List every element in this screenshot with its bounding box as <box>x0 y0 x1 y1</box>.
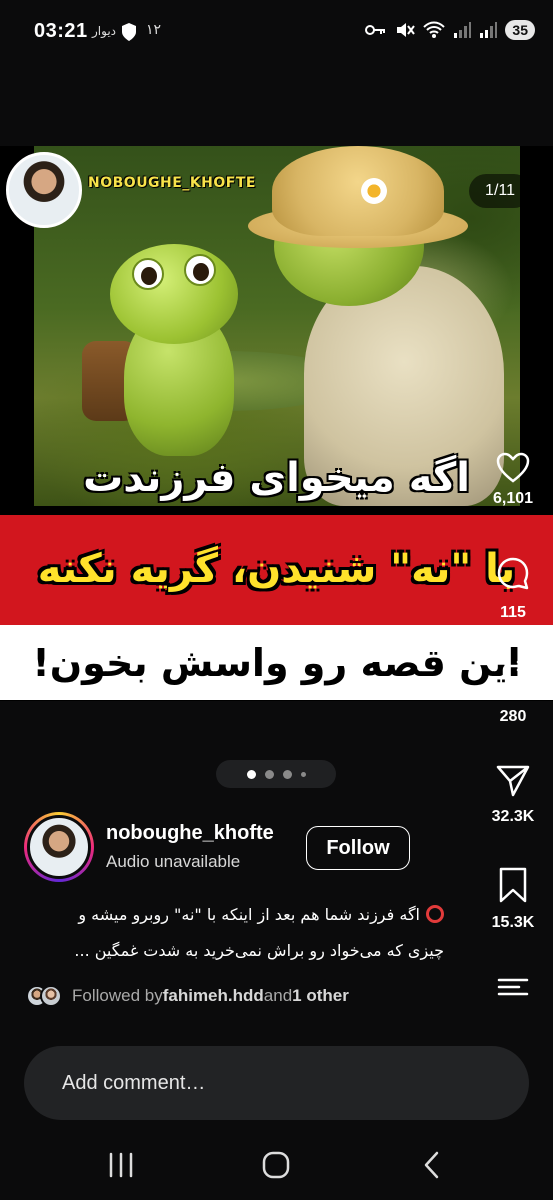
signal-icon-2 <box>480 22 498 38</box>
small-frog-eye-right <box>184 254 216 286</box>
reel-screen: 03:21 دیوار ۱۲ 35 NOBOUGHE_KHOFTE 1/11 ا… <box>0 0 553 1200</box>
status-notif-count: ۱۲ <box>146 22 162 38</box>
overlay-username: NOBOUGHE_KHOFTE <box>88 175 256 191</box>
followed-by-prefix: Followed by <box>72 986 163 1005</box>
like-action[interactable]: 6,101 <box>473 452 553 508</box>
post-caption[interactable]: اگه فرزند شما هم بعد از اینکه با "نه" رو… <box>24 897 444 969</box>
like-count: 6,101 <box>492 490 534 507</box>
recent-apps-icon[interactable] <box>106 1152 136 1178</box>
status-icons: 35 <box>365 20 535 40</box>
status-bar: 03:21 دیوار ۱۲ 35 <box>0 0 553 64</box>
shield-icon <box>122 23 136 41</box>
system-nav-bar <box>0 1130 553 1200</box>
more-options[interactable] <box>473 976 553 998</box>
caption-line-1: اگه فرزند شما هم بعد از اینکه با "نه" رو… <box>24 897 444 933</box>
key-icon <box>365 25 386 35</box>
author-avatar[interactable] <box>24 812 94 882</box>
audio-label[interactable]: Audio unavailable <box>106 852 240 872</box>
menu-lines-icon[interactable] <box>497 976 529 998</box>
carousel-dots <box>216 760 336 788</box>
comment-icon[interactable] <box>496 556 530 590</box>
caption-line-2: چیزی که می‌خواد رو براش نمی‌خرید به شدت … <box>74 941 444 960</box>
share-action[interactable]: 32.3K <box>473 764 553 826</box>
share-count: 32.3K <box>491 808 535 825</box>
repost-icon[interactable] <box>496 660 530 694</box>
headline-line-1: اگه میخوای فرزندت <box>83 455 470 501</box>
carousel-dot-3 <box>282 769 292 779</box>
battery-indicator: 35 <box>505 20 535 40</box>
bookmark-icon[interactable] <box>498 866 528 904</box>
slide-counter: 1/11 <box>469 174 531 208</box>
repost-count: 280 <box>499 708 527 725</box>
save-action[interactable]: 15.3K <box>473 866 553 932</box>
small-frog-eye-left <box>132 258 164 290</box>
post-media[interactable]: NOBOUGHE_KHOFTE 1/11 اگه میخوای فرزندت ب… <box>0 146 553 701</box>
carousel-dot-4 <box>300 771 306 777</box>
small-frog-head <box>110 244 238 344</box>
carousel-dot-1 <box>246 769 256 779</box>
followed-by-middle: and <box>263 986 293 1005</box>
straw-hat <box>272 146 444 236</box>
caption-line-1-text: اگه فرزند شما هم بعد از اینکه با "نه" رو… <box>78 905 420 924</box>
save-count: 15.3K <box>491 914 535 931</box>
status-app-label: دیوار <box>92 24 117 38</box>
comment-count: 115 <box>500 604 526 621</box>
followed-by-row[interactable]: Followed by fahimeh.hdd and 1 other <box>26 984 349 1008</box>
red-circle-icon <box>426 905 444 923</box>
send-icon[interactable] <box>495 764 531 798</box>
overlay-avatar <box>6 152 82 228</box>
comment-action[interactable]: 115 <box>473 556 553 622</box>
add-comment-placeholder: Add comment… <box>62 1071 206 1094</box>
status-time: 03:21 <box>34 20 88 42</box>
signal-icon-1 <box>454 22 472 38</box>
follower-avatar-2 <box>40 985 62 1007</box>
wifi-icon <box>423 21 446 38</box>
follow-button[interactable]: Follow <box>306 826 410 870</box>
carousel-dot-2 <box>264 769 274 779</box>
repost-action[interactable]: 280 <box>473 660 553 726</box>
home-icon[interactable] <box>261 1150 291 1180</box>
back-icon[interactable] <box>420 1150 444 1180</box>
mute-icon <box>397 23 416 37</box>
heart-icon[interactable] <box>496 452 530 484</box>
daisy-flower <box>359 176 389 206</box>
followed-by-user[interactable]: fahimeh.hdd <box>163 986 264 1006</box>
author-avatar-image <box>27 815 91 879</box>
headline-line-2: با "نه" شنیدن، گریه نکنه <box>37 546 516 592</box>
author-username[interactable]: noboughe_khofte <box>106 822 274 845</box>
add-comment-input[interactable]: Add comment… <box>24 1046 529 1120</box>
followed-by-others[interactable]: 1 other <box>292 986 349 1006</box>
headline-line-3: این قصه رو واسش بخون! <box>32 641 521 685</box>
